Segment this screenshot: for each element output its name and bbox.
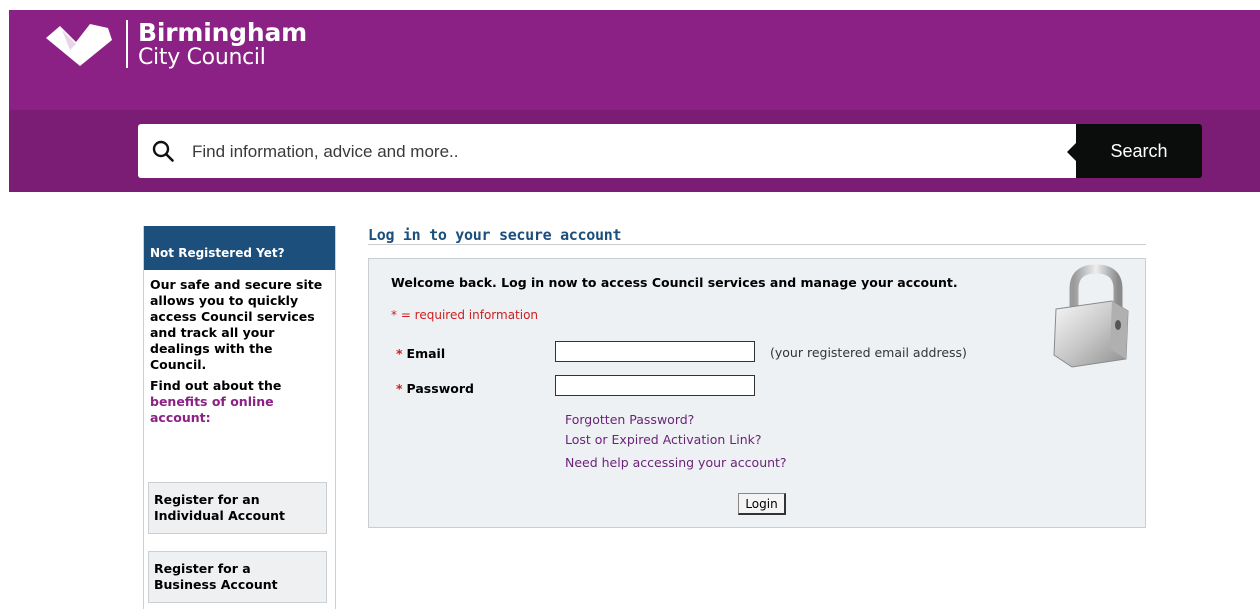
logo-divider	[126, 20, 128, 68]
required-note: * = required information	[391, 308, 539, 322]
sidebar-heading: Not Registered Yet?	[144, 226, 335, 270]
register-business-button[interactable]: Register for a Business Account	[148, 551, 327, 603]
sidebar-text: Our safe and secure site allows you to q…	[144, 270, 335, 426]
forgotten-password-link[interactable]: Forgotten Password?	[565, 412, 694, 427]
register-individual-button[interactable]: Register for an Individual Account	[148, 482, 327, 534]
find-out-text: Find out about the	[150, 378, 282, 393]
sidebar: Not Registered Yet? Our safe and secure …	[143, 226, 336, 609]
help-access-link[interactable]: Need help accessing your account?	[565, 455, 787, 470]
sidebar-intro: Our safe and secure site allows you to q…	[150, 277, 323, 372]
activation-link[interactable]: Lost or Expired Activation Link?	[565, 432, 762, 447]
benefits-link[interactable]: benefits of online account:	[150, 394, 274, 425]
email-label-text: Email	[406, 346, 446, 361]
padlock-icon	[1053, 264, 1129, 368]
register-business-line1: Register for a	[154, 561, 251, 576]
brand-line-1: Birmingham	[138, 17, 307, 47]
welcome-text: Welcome back. Log in now to access Counc…	[391, 275, 958, 290]
sidebar-find-out: Find out about the benefits of online ac…	[150, 378, 329, 426]
email-field[interactable]	[555, 341, 755, 362]
password-label-text: Password	[406, 381, 474, 396]
register-individual-line1: Register for an	[154, 492, 260, 507]
password-label: * Password	[396, 381, 474, 396]
brand-name: Birmingham City Council	[138, 20, 307, 69]
register-business-line2: Business Account	[154, 577, 278, 592]
heart-logo-icon	[46, 24, 112, 66]
login-panel	[368, 258, 1146, 528]
search-icon	[152, 140, 174, 162]
search-button[interactable]: Search	[1076, 124, 1202, 178]
password-field[interactable]	[555, 375, 755, 396]
required-star: *	[396, 346, 403, 361]
required-star: *	[396, 381, 403, 396]
search-button-notch	[1067, 143, 1076, 161]
brand-logo[interactable]: Birmingham City Council	[42, 14, 307, 74]
email-hint: (your registered email address)	[770, 345, 967, 360]
page-title: Log in to your secure account	[368, 226, 622, 244]
search-input[interactable]	[192, 134, 1052, 170]
title-divider	[368, 244, 1146, 245]
register-individual-line2: Individual Account	[154, 508, 285, 523]
email-label: * Email	[396, 346, 445, 361]
login-button[interactable]: Login	[738, 493, 786, 515]
brand-line-2: City Council	[138, 44, 266, 70]
